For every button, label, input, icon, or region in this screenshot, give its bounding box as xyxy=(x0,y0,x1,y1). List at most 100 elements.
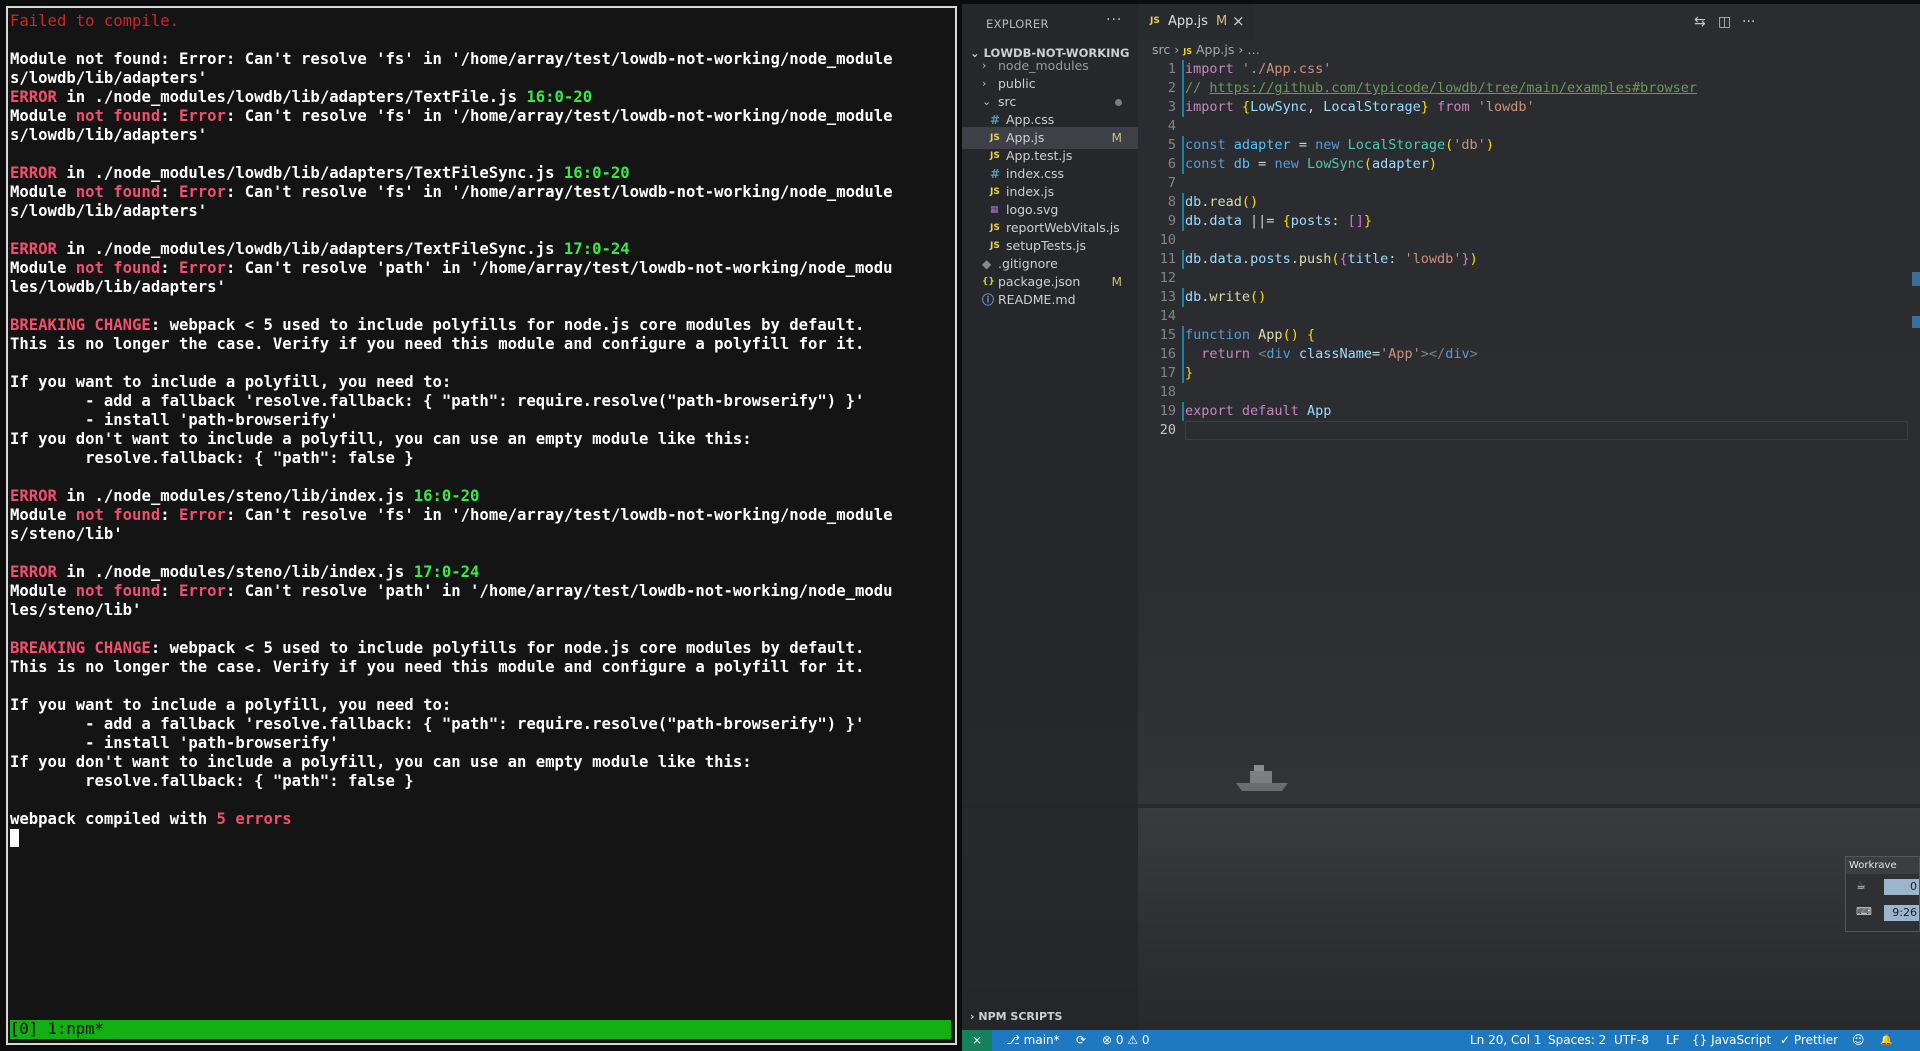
line-number: 3 xyxy=(1167,99,1176,115)
line-number: 1 xyxy=(1167,61,1176,77)
code-token: App xyxy=(1258,327,1283,343)
bell-icon[interactable]: 🔔 xyxy=(1880,1030,1892,1051)
open-changes-icon[interactable]: ⇆ xyxy=(1694,14,1706,30)
language-mode[interactable]: {} JavaScript xyxy=(1692,1030,1771,1051)
code-token: import xyxy=(1185,61,1234,77)
code-line: 10 xyxy=(1138,231,1920,250)
terminal-line: s/lowdb/lib/adapters' xyxy=(10,126,951,145)
terminal-text: s/lowdb/lib/adapters' xyxy=(10,126,208,144)
code-token: : xyxy=(1331,213,1348,229)
code-token: db xyxy=(1185,213,1202,229)
code-token: db xyxy=(1185,289,1202,305)
terminal-text: : Can't resolve 'fs' in '/home/array/tes… xyxy=(225,107,893,125)
npm-scripts-section[interactable]: › NPM SCRIPTS xyxy=(970,1010,1062,1023)
code-token: { xyxy=(1282,213,1291,229)
indentation[interactable]: Spaces: 2 xyxy=(1548,1030,1606,1051)
tab-app-js[interactable]: JS App.js M × xyxy=(1138,4,1254,40)
terminal-line: If you don't want to include a polyfill,… xyxy=(10,430,951,449)
tab-label: App.js xyxy=(1168,14,1208,29)
code-line: 13 db.write() xyxy=(1138,288,1920,307)
terminal-line: s/lowdb/lib/adapters' xyxy=(10,202,951,221)
terminal-text: : xyxy=(160,259,179,277)
terminal-text: not found xyxy=(75,506,161,524)
feedback-icon[interactable]: ☺ xyxy=(1852,1030,1865,1051)
encoding[interactable]: UTF-8 xyxy=(1614,1030,1649,1051)
terminal-text: If you want to include a polyfill, you n… xyxy=(10,696,452,714)
cursor-position[interactable]: Ln 20, Col 1 xyxy=(1470,1030,1542,1051)
code-token: const xyxy=(1185,137,1226,153)
explorer-item-readme-md[interactable]: ⓘ README.md xyxy=(962,289,1138,311)
terminal-text: in ./node_modules/steno/lib/index.js xyxy=(56,563,414,581)
close-icon[interactable]: × xyxy=(1232,12,1245,30)
terminal-line: - install 'path-browserify' xyxy=(10,411,951,430)
line-number: 11 xyxy=(1159,251,1176,267)
code-line: 20 xyxy=(1138,421,1920,440)
breadcrumb-separator: › xyxy=(1174,42,1180,57)
terminal-line: - add a fallback 'resolve.fallback: { "p… xyxy=(10,392,951,411)
code-token: () xyxy=(1250,289,1267,305)
code-token: = xyxy=(1290,137,1316,153)
remote-indicator[interactable]: ⨯ xyxy=(962,1030,992,1051)
breadcrumb-folder[interactable]: src xyxy=(1152,42,1170,57)
line-number: 17 xyxy=(1159,365,1176,381)
code-token: push xyxy=(1298,251,1332,267)
more-actions-icon[interactable]: ··· xyxy=(1742,14,1755,30)
code-line: 7 xyxy=(1138,174,1920,193)
code-editor[interactable]: 1 import './App.css' 2 // https://github.co… xyxy=(1138,60,1920,440)
terminal-text: Error xyxy=(179,107,226,125)
terminal-line: This is no longer the case. Verify if yo… xyxy=(10,658,951,677)
problems-indicator[interactable]: ⊗ 0 ⚠ 0 xyxy=(1102,1030,1150,1051)
terminal-text: not found xyxy=(75,107,161,125)
line-ending[interactable]: LF xyxy=(1666,1030,1680,1051)
git-branch-label: main* xyxy=(1023,1033,1060,1047)
code-token: // xyxy=(1185,80,1210,96)
terminal-line: webpack compiled with 5 errors xyxy=(10,810,951,829)
terminal-text: 16:0-20 xyxy=(563,164,630,182)
explorer-title: EXPLORER xyxy=(986,17,1049,31)
code-text: db.data ||= {posts: []} xyxy=(1185,212,1372,231)
terminal-line: - install 'path-browserify' xyxy=(10,734,951,753)
terminal-line: If you don't want to include a polyfill,… xyxy=(10,753,951,772)
breadcrumb-file[interactable]: App.js xyxy=(1196,42,1234,57)
line-number: 18 xyxy=(1159,384,1176,400)
braces-icon: {} xyxy=(1692,1033,1712,1047)
terminal-window[interactable]: Failed to compile. Module not found: Erro… xyxy=(6,6,957,1045)
more-actions-icon[interactable]: ··· xyxy=(1106,12,1122,28)
git-branch[interactable]: ⎇ main* xyxy=(1006,1030,1060,1051)
code-text: const db = new LowSync(adapter) xyxy=(1185,155,1437,174)
terminal-line: resolve.fallback: { "path": false } xyxy=(10,449,951,468)
breadcrumb: src › JS App.js › … xyxy=(1152,40,1260,60)
terminal-text: This is no longer the case. Verify if yo… xyxy=(10,658,865,676)
code-text: function App() { xyxy=(1185,326,1315,345)
code-token: = xyxy=(1250,156,1275,172)
code-token: write xyxy=(1209,289,1251,305)
prettier-status[interactable]: ✓ Prettier xyxy=(1780,1030,1838,1051)
sync-icon[interactable]: ⟳ xyxy=(1076,1030,1086,1051)
breadcrumb-more[interactable]: … xyxy=(1247,42,1260,57)
tab-bar: JS App.js M × ⇆ ◫ ··· xyxy=(1138,4,1920,40)
code-token: 'lowdb' xyxy=(1404,251,1462,267)
code-token: . xyxy=(1290,251,1299,267)
workrave-widget[interactable]: Workrave ☕ 0 ⌨ 9:26 xyxy=(1845,856,1920,932)
terminal-text: les/lowdb/lib/adapters' xyxy=(10,278,226,296)
terminal-text: : webpack < 5 used to include polyfills … xyxy=(150,639,865,657)
terminal-text: Error xyxy=(179,582,226,600)
code-line: 6 const db = new LowSync(adapter) xyxy=(1138,155,1920,174)
line-number: 6 xyxy=(1167,156,1176,172)
terminal-line: s/lowdb/lib/adapters' xyxy=(10,69,951,88)
terminal-text: 16:0-20 xyxy=(413,487,480,505)
split-editor-icon[interactable]: ◫ xyxy=(1718,14,1731,30)
terminal-text: : xyxy=(160,582,179,600)
code-line: 5 const adapter = new LocalStorage('db') xyxy=(1138,136,1920,155)
breadcrumb-separator: › xyxy=(1238,42,1244,57)
terminal-cursor xyxy=(10,829,19,847)
terminal-line: Module not found: Error: Can't resolve '… xyxy=(10,582,951,601)
code-line: 15 function App() { xyxy=(1138,326,1920,345)
terminal-text: ERROR xyxy=(10,563,57,581)
code-token: { xyxy=(1339,251,1348,267)
code-line: 19 export default App xyxy=(1138,402,1920,421)
